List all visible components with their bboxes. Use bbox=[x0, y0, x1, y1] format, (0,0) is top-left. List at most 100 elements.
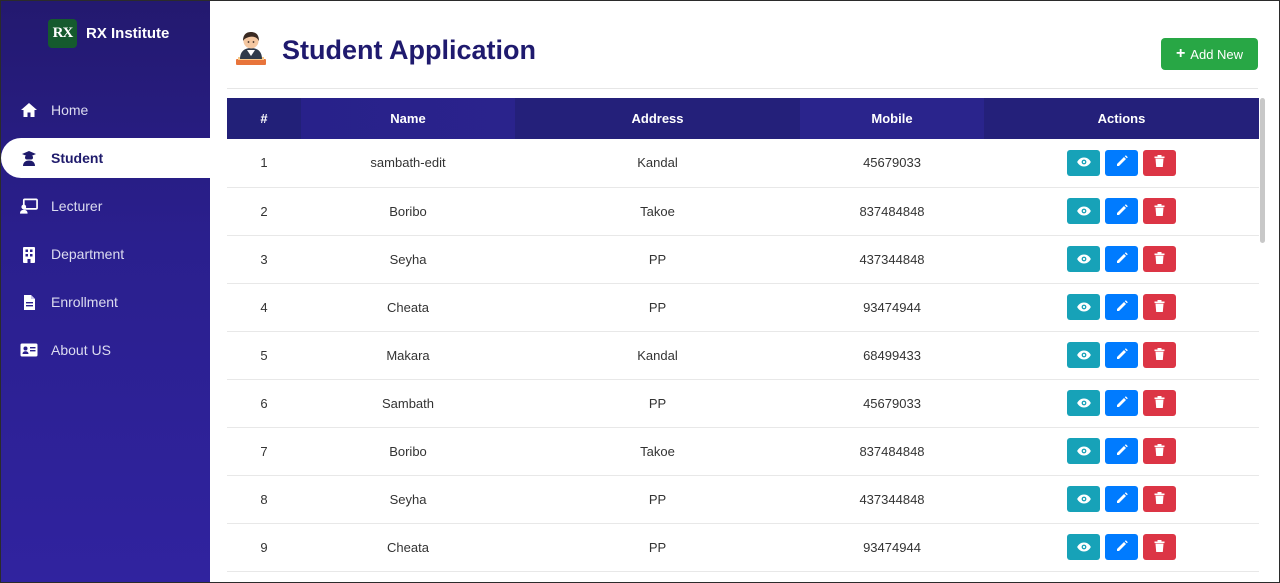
row-actions bbox=[984, 427, 1259, 475]
action-group bbox=[984, 534, 1259, 560]
action-group bbox=[984, 294, 1259, 320]
table-row[interactable]: 3 Seyha PP 437344848 bbox=[227, 235, 1259, 283]
view-button[interactable] bbox=[1067, 390, 1100, 416]
sidebar-item-label: Department bbox=[51, 246, 125, 262]
delete-button[interactable] bbox=[1143, 438, 1176, 464]
trash-icon bbox=[1154, 539, 1165, 555]
sidebar-item-about-us[interactable]: About US bbox=[1, 330, 210, 370]
table-row[interactable]: 1 sambath-edit Kandal 45679033 bbox=[227, 139, 1259, 187]
view-button[interactable] bbox=[1067, 486, 1100, 512]
row-actions bbox=[984, 379, 1259, 427]
edit-button[interactable] bbox=[1105, 198, 1138, 224]
scrollbar-thumb[interactable] bbox=[1260, 98, 1265, 243]
delete-button[interactable] bbox=[1143, 149, 1176, 176]
sidebar-item-enrollment[interactable]: Enrollment bbox=[1, 282, 210, 322]
table-row[interactable]: 4 Cheata PP 93474944 bbox=[227, 283, 1259, 331]
row-number: 4 bbox=[260, 299, 268, 315]
table-row[interactable]: 9 Cheata PP 93474944 bbox=[227, 523, 1259, 571]
column-header-address[interactable]: Address bbox=[515, 98, 800, 139]
table-row[interactable]: 2 Boribo Takoe 837484848 bbox=[227, 187, 1259, 235]
column-header-mobile[interactable]: Mobile bbox=[800, 98, 984, 139]
home-icon bbox=[20, 101, 38, 119]
student-name: Sambath bbox=[381, 395, 435, 411]
brand-name: RX Institute bbox=[86, 25, 170, 42]
student-mobile: 437344848 bbox=[859, 251, 925, 267]
sidebar-item-student[interactable]: Student bbox=[1, 138, 210, 178]
edit-button[interactable] bbox=[1105, 294, 1138, 320]
table-body: 1 sambath-edit Kandal 45679033 2 Boribo Takoe 8… bbox=[227, 139, 1259, 571]
eye-icon bbox=[1076, 155, 1091, 170]
view-button[interactable] bbox=[1067, 198, 1100, 224]
eye-icon bbox=[1076, 252, 1091, 267]
action-group bbox=[984, 198, 1259, 224]
action-group bbox=[984, 342, 1259, 368]
delete-button[interactable] bbox=[1143, 390, 1176, 416]
row-actions bbox=[984, 475, 1259, 523]
view-button[interactable] bbox=[1067, 294, 1100, 320]
delete-button[interactable] bbox=[1143, 534, 1176, 560]
delete-button[interactable] bbox=[1143, 246, 1176, 272]
delete-button[interactable] bbox=[1143, 198, 1176, 224]
student-avatar-icon bbox=[232, 29, 270, 72]
student-name: Makara bbox=[386, 347, 430, 363]
student-mobile: 93474944 bbox=[863, 299, 921, 315]
row-actions bbox=[984, 523, 1259, 571]
student-name: Boribo bbox=[389, 203, 427, 219]
page-title: Student Application bbox=[282, 35, 536, 65]
edit-button[interactable] bbox=[1105, 149, 1138, 176]
student-name: sambath-edit bbox=[370, 155, 446, 171]
view-button[interactable] bbox=[1067, 149, 1100, 176]
view-button[interactable] bbox=[1067, 438, 1100, 464]
action-group bbox=[984, 246, 1259, 272]
sidebar-nav: Home Student Lecturer Department Enrollm… bbox=[1, 90, 210, 378]
action-group bbox=[984, 149, 1259, 176]
sidebar-item-label: Enrollment bbox=[51, 294, 118, 310]
pencil-icon bbox=[1116, 539, 1128, 555]
delete-button[interactable] bbox=[1143, 486, 1176, 512]
sidebar-item-department[interactable]: Department bbox=[1, 234, 210, 274]
edit-button[interactable] bbox=[1105, 390, 1138, 416]
sidebar-item-home[interactable]: Home bbox=[1, 90, 210, 130]
table-row[interactable]: 5 Makara Kandal 68499433 bbox=[227, 331, 1259, 379]
brand[interactable]: RX RX Institute bbox=[48, 19, 169, 48]
column-header-name[interactable]: Name bbox=[301, 98, 515, 139]
row-actions bbox=[984, 139, 1259, 187]
trash-icon bbox=[1154, 299, 1165, 315]
row-number: 5 bbox=[260, 347, 268, 363]
action-group bbox=[984, 390, 1259, 416]
pencil-icon bbox=[1116, 299, 1128, 315]
row-number: 3 bbox=[260, 251, 268, 267]
sidebar-item-lecturer[interactable]: Lecturer bbox=[1, 186, 210, 226]
table-scrollbar[interactable] bbox=[1258, 98, 1265, 582]
student-mobile: 93474944 bbox=[863, 539, 921, 555]
student-table-container: # Name Address Mobile Actions 1 sambath-e… bbox=[227, 98, 1259, 582]
student-mobile: 45679033 bbox=[863, 155, 921, 171]
view-button[interactable] bbox=[1067, 534, 1100, 560]
row-actions bbox=[984, 331, 1259, 379]
edit-button[interactable] bbox=[1105, 246, 1138, 272]
column-header-number[interactable]: # bbox=[227, 98, 301, 139]
eye-icon bbox=[1076, 492, 1091, 507]
student-mobile: 45679033 bbox=[863, 395, 921, 411]
sidebar: RX RX Institute Home Student Lecturer De… bbox=[1, 1, 210, 582]
student-mobile: 837484848 bbox=[859, 443, 925, 459]
table-row[interactable]: 7 Boribo Takoe 837484848 bbox=[227, 427, 1259, 475]
view-button[interactable] bbox=[1067, 246, 1100, 272]
row-number: 1 bbox=[260, 155, 268, 171]
page-header: Student Application bbox=[232, 29, 536, 72]
delete-button[interactable] bbox=[1143, 294, 1176, 320]
delete-button[interactable] bbox=[1143, 342, 1176, 368]
view-button[interactable] bbox=[1067, 342, 1100, 368]
trash-icon bbox=[1154, 491, 1165, 507]
edit-button[interactable] bbox=[1105, 438, 1138, 464]
action-group bbox=[984, 438, 1259, 464]
edit-button[interactable] bbox=[1105, 342, 1138, 368]
sidebar-item-label: Home bbox=[51, 102, 89, 118]
edit-button[interactable] bbox=[1105, 486, 1138, 512]
student-name: Seyha bbox=[389, 251, 427, 267]
add-new-button[interactable]: + Add New bbox=[1161, 38, 1258, 70]
table-row[interactable]: 8 Seyha PP 437344848 bbox=[227, 475, 1259, 523]
table-row[interactable]: 6 Sambath PP 45679033 bbox=[227, 379, 1259, 427]
edit-button[interactable] bbox=[1105, 534, 1138, 560]
student-name: Cheata bbox=[387, 299, 429, 315]
